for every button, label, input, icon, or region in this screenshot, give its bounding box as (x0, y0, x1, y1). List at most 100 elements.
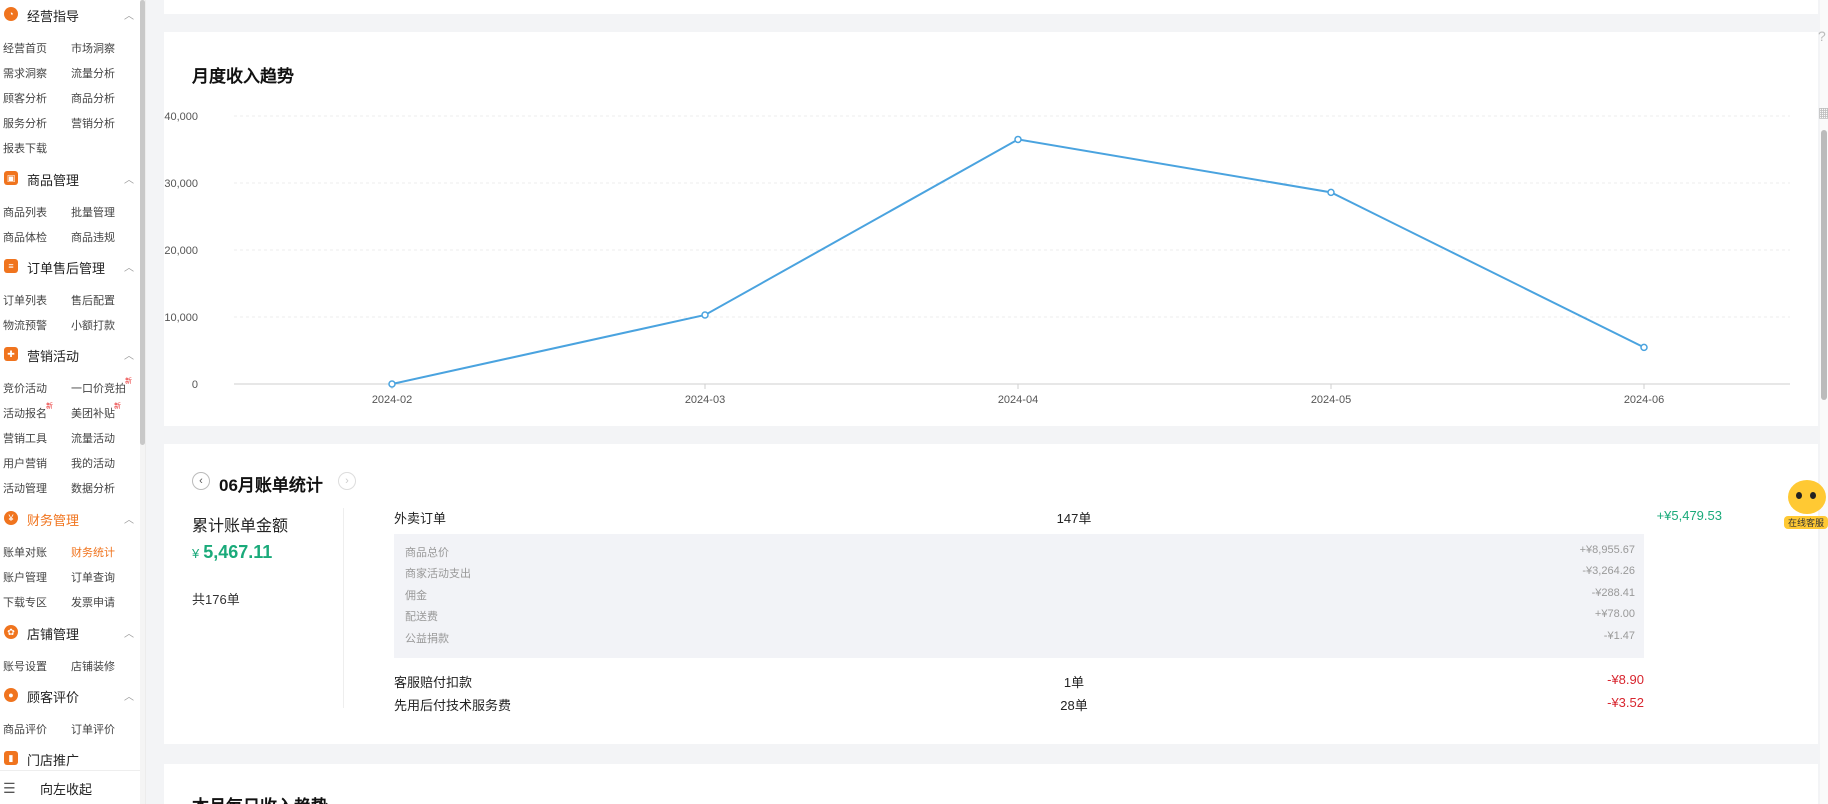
sidebar-section-title: 顾客评价 (27, 690, 80, 705)
sidebar-item[interactable]: 账号设置 (3, 658, 47, 674)
sidebar-item[interactable]: 市场洞察 (71, 40, 115, 56)
chevron-up-icon[interactable]: ︿ (124, 625, 134, 640)
sidebar-item[interactable]: 数据分析 (71, 480, 115, 496)
sidebar-item[interactable]: 竞价活动 (3, 380, 47, 396)
mascot-icon (1788, 480, 1826, 514)
sidebar-item[interactable]: 商品评价 (3, 721, 47, 737)
help-icon[interactable]: ? (1818, 28, 1826, 44)
sidebar-item[interactable]: 店铺装修 (71, 658, 115, 674)
page-scrollbar-thumb[interactable] (1821, 130, 1827, 400)
sidebar-item[interactable]: 流量分析 (71, 65, 115, 81)
online-service-button[interactable]: 在线客服 (1784, 478, 1828, 530)
x-tick-label: 2024-06 (1624, 394, 1664, 406)
new-badge: 新 (46, 403, 53, 410)
sidebar-item[interactable]: 商品违规 (71, 229, 115, 245)
tech-fee-row: 先用后付技术服务费 28单 -¥3.52 (394, 695, 1644, 715)
sidebar-item[interactable]: 经营首页 (3, 40, 47, 56)
detail-name: 商家活动支出 (405, 568, 471, 580)
data-point (1640, 343, 1648, 352)
sidebar-item[interactable]: 顾客分析 (3, 90, 47, 106)
sidebar-item[interactable]: 流量活动 (71, 430, 115, 446)
sidebar-section-promotion[interactable]: ▮ 门店推广 (0, 747, 140, 769)
detail-row: 商品总价 +¥8,955.67 (394, 544, 1644, 562)
sidebar-item[interactable]: 营销分析 (71, 115, 115, 131)
y-tick-label: 10,000 (164, 312, 198, 324)
next-month-button[interactable]: › (338, 472, 356, 490)
chevron-up-icon[interactable]: ︿ (124, 7, 134, 22)
chevron-up-icon[interactable]: ︿ (124, 171, 134, 186)
prev-month-button[interactable]: ‹ (192, 472, 210, 490)
row-name: 先用后付技术服务费 (394, 698, 512, 713)
sidebar-section-orders[interactable]: ≡ 订单售后管理 ︿ (0, 255, 140, 277)
sidebar-item[interactable]: 一口价竞拍新 (71, 378, 132, 396)
sidebar-item[interactable]: 需求洞察 (3, 65, 47, 81)
sidebar-item[interactable]: 订单查询 (71, 569, 115, 585)
detail-amount: -¥3,264.26 (1582, 565, 1635, 577)
user-icon: ● (4, 688, 18, 702)
chevron-up-icon[interactable]: ︿ (124, 259, 134, 274)
sidebar-item[interactable]: 发票申请 (71, 594, 115, 610)
mascot-eye (1810, 492, 1816, 499)
currency-symbol: ¥ (192, 546, 200, 561)
sidebar-item[interactable]: 美团补贴新 (71, 403, 121, 421)
detail-name: 佣金 (405, 590, 427, 602)
sidebar-item[interactable]: 小额打款 (71, 317, 115, 333)
y-tick-label: 30,000 (164, 178, 198, 190)
sidebar-item[interactable]: 商品体检 (3, 229, 47, 245)
sidebar-item[interactable]: 订单评价 (71, 721, 115, 737)
row-count: 147单 (1056, 511, 1092, 526)
menu-collapse-icon: ☰ (3, 780, 16, 796)
sidebar-item[interactable]: 报表下载 (3, 140, 47, 156)
sidebar-item[interactable]: 活动管理 (3, 480, 47, 496)
sidebar-item[interactable]: 下载专区 (3, 594, 47, 610)
sidebar-section-title: 订单售后管理 (27, 261, 106, 276)
sidebar-section-store[interactable]: ✿ 店铺管理 ︿ (0, 621, 140, 643)
sidebar-section-business-guide[interactable]: ◔ 经营指导 ︿ (0, 3, 140, 25)
sidebar-section-products[interactable]: ▣ 商品管理 ︿ (0, 167, 140, 189)
sidebar-item-active[interactable]: 财务统计 (71, 544, 115, 560)
sidebar-section-marketing[interactable]: ✚ 营销活动 ︿ (0, 343, 140, 365)
sidebar-section-reviews[interactable]: ● 顾客评价 ︿ (0, 684, 140, 706)
data-point (701, 311, 709, 319)
sidebar-section-finance[interactable]: ¥ 财务管理 ︿ (0, 507, 140, 529)
chevron-up-icon[interactable]: ︿ (124, 347, 134, 362)
detail-name: 配送费 (405, 611, 438, 623)
sidebar-item[interactable]: 服务分析 (3, 115, 47, 131)
sidebar-item[interactable]: 账户管理 (3, 569, 47, 585)
y-tick-label: 0 (192, 379, 198, 391)
chevron-up-icon[interactable]: ︿ (124, 511, 134, 526)
x-tick-label: 2024-05 (1311, 394, 1351, 406)
grid-icon[interactable]: ▦ (1818, 104, 1828, 121)
bag-icon: ▣ (4, 171, 18, 185)
sidebar-item[interactable]: 账单对账 (3, 544, 47, 560)
row-count: 28单 (1060, 698, 1088, 713)
detail-amount: +¥8,955.67 (1579, 544, 1635, 556)
chevron-up-icon[interactable]: ︿ (124, 688, 134, 703)
daily-chart-title: 本月每日收入趋势 (192, 792, 328, 804)
sidebar-item[interactable]: 我的活动 (71, 455, 115, 471)
sidebar-item[interactable]: 商品分析 (71, 90, 115, 106)
bill-title: 06月账单统计 (219, 476, 323, 495)
compensation-row: 客服赔付扣款 1单 -¥8.90 (394, 672, 1644, 692)
sidebar-section-title: 商品管理 (27, 173, 80, 188)
sidebar-item[interactable]: 物流预警 (3, 317, 47, 333)
sidebar-item[interactable]: 营销工具 (3, 430, 47, 446)
row-name: 外卖订单 (394, 511, 447, 526)
y-tick-label: 40,000 (164, 111, 198, 123)
divider (343, 508, 344, 708)
sidebar-item[interactable]: 订单列表 (3, 292, 47, 308)
sidebar-item[interactable]: 用户营销 (3, 455, 47, 471)
sidebar-section-title: 店铺管理 (27, 627, 80, 642)
sidebar-item[interactable]: 售后配置 (71, 292, 115, 308)
collapse-sidebar-button[interactable]: ☰ 向左收起 (0, 770, 140, 804)
sidebar-item[interactable]: 批量管理 (71, 204, 115, 220)
sidebar-scrollbar-thumb[interactable] (140, 0, 145, 445)
collapse-label: 向左收起 (40, 782, 93, 797)
sidebar-item[interactable]: 活动报名新 (3, 403, 53, 421)
yen-coin-icon: ¥ (4, 511, 18, 525)
data-point (1014, 135, 1022, 144)
bar-chart-icon: ▮ (4, 751, 18, 765)
row-amount: -¥3.52 (1607, 695, 1644, 710)
sidebar-item[interactable]: 商品列表 (3, 204, 47, 220)
x-tick-label: 2024-03 (685, 394, 725, 406)
